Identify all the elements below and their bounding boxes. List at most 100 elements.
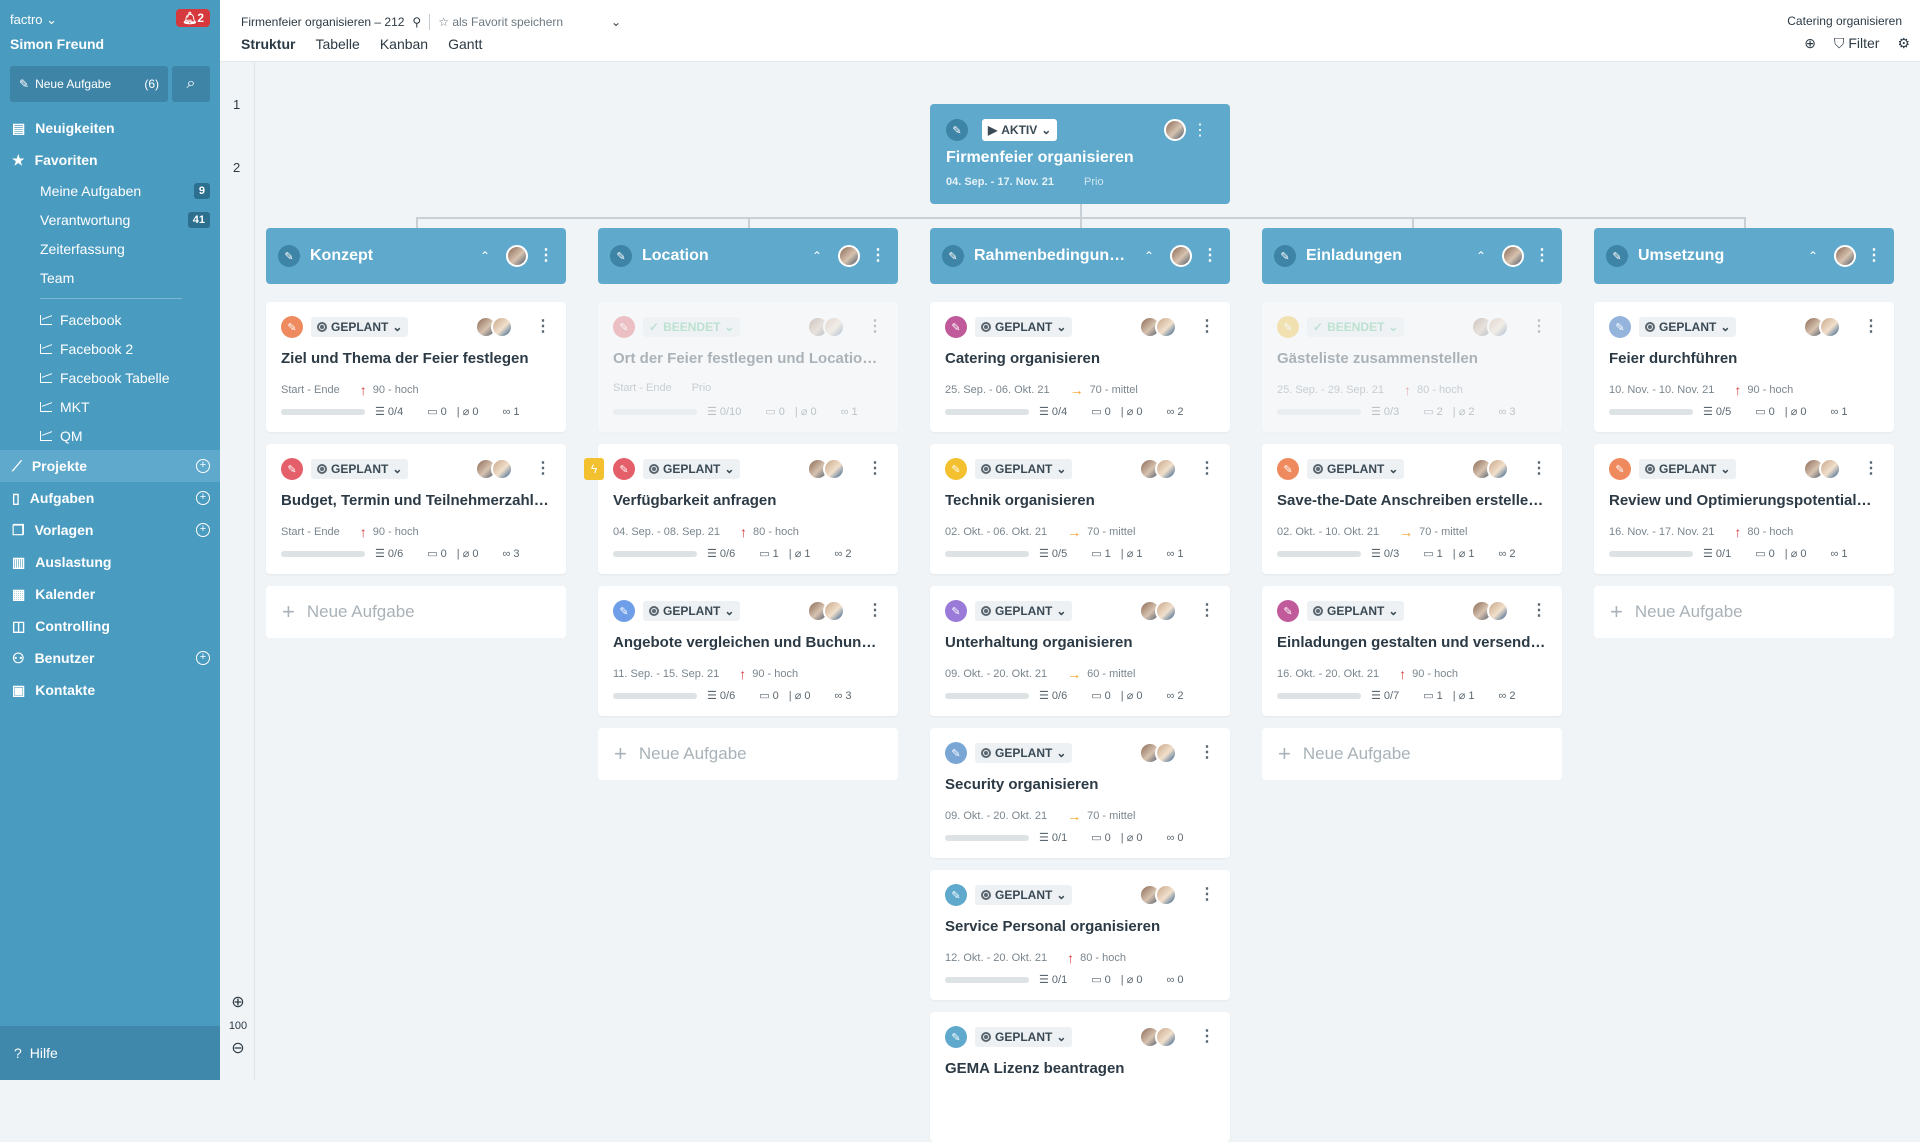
task-title[interactable]: Security organisieren <box>945 776 1215 793</box>
links-count[interactable]: ∞ 2 <box>835 548 852 560</box>
comments-count[interactable]: ▭ 0 <box>1091 831 1111 844</box>
task-title[interactable]: Feier durchführen <box>1609 350 1879 367</box>
filter-button[interactable]: ⛉ Filter <box>1834 35 1880 52</box>
comments-count[interactable]: ▭ 0 <box>427 405 447 418</box>
attachments-count[interactable]: | ⌀ 0 <box>789 689 811 702</box>
attachments-count[interactable]: | ⌀ 0 <box>1121 973 1143 986</box>
attachments-count[interactable]: | ⌀ 2 <box>1453 405 1475 418</box>
add-circle-icon[interactable]: + <box>196 491 210 505</box>
assignee-avatars[interactable] <box>1139 884 1177 906</box>
edit-icon[interactable]: ✎ <box>1606 245 1628 267</box>
edit-icon[interactable]: ✎ <box>613 316 635 338</box>
collapse-chevron-icon[interactable]: ⌃ <box>1808 249 1818 263</box>
task-title[interactable]: Gästeliste zusammenstellen <box>1277 350 1547 367</box>
priority[interactable]: ↑ 90 - hoch <box>360 524 419 540</box>
task-card[interactable]: ✎ GEPLANT ⌄ ⋮ Review und Optimierungspotenti… <box>1594 444 1894 574</box>
edit-icon[interactable]: ✎ <box>610 245 632 267</box>
attachments-count[interactable]: | ⌀ 0 <box>1121 405 1143 418</box>
help-button[interactable]: ? Hilfe <box>0 1026 220 1080</box>
assignee-avatars[interactable] <box>807 316 845 338</box>
more-menu-icon[interactable]: ⋮ <box>1192 120 1208 140</box>
checklist-count[interactable]: ☰ 0/6 <box>1039 689 1067 702</box>
edit-icon[interactable]: ✎ <box>946 119 968 141</box>
collapse-chevron-icon[interactable]: ⌃ <box>480 249 490 263</box>
task-card[interactable]: ✎ GEPLANT ⌄ ⋮ Unterhaltung organisieren 09. O… <box>930 586 1230 716</box>
nav-item-controlling[interactable]: ◫ Controlling <box>0 610 220 642</box>
settings-gear-icon[interactable]: ⚙ <box>1897 35 1910 52</box>
task-card[interactable]: ✎ GEPLANT ⌄ ⋮ Save-the-Date Anschreiben erst… <box>1262 444 1562 574</box>
edit-icon[interactable]: ✎ <box>1609 316 1631 338</box>
add-circle-icon[interactable]: ⊕ <box>1804 35 1816 52</box>
column-header[interactable]: ✎ Umsetzung ⌃ ⋮ <box>1594 228 1894 284</box>
checklist-count[interactable]: ☰ 0/6 <box>707 547 735 560</box>
new-task-button[interactable]: + Neue Aufgabe <box>598 728 898 780</box>
collapse-chevron-icon[interactable]: ⌃ <box>1144 249 1154 263</box>
checklist-count[interactable]: ☰ 0/4 <box>1039 405 1067 418</box>
links-count[interactable]: ∞ 0 <box>1167 974 1184 986</box>
task-title[interactable]: Einladungen gestalten und versenden <box>1277 634 1547 651</box>
links-count[interactable]: ∞ 2 <box>1499 690 1516 702</box>
more-menu-icon[interactable]: ⋮ <box>870 248 886 264</box>
status-dropdown[interactable]: ✓ BEENDET ⌄ <box>643 317 741 337</box>
task-title[interactable]: Angebote vergleichen und Buchung vornehm… <box>613 634 883 651</box>
status-dropdown[interactable]: GEPLANT ⌄ <box>1307 601 1405 621</box>
new-task-button[interactable]: ✎ Neue Aufgabe (6) <box>10 66 168 102</box>
assignee-avatars[interactable] <box>1803 458 1841 480</box>
links-count[interactable]: ∞ 1 <box>1831 406 1848 418</box>
nav-item-kontakte[interactable]: ▣ Kontakte <box>0 674 220 706</box>
task-card[interactable]: ✎ ✓ BEENDET ⌄ ⋮ Gästeliste zusammenstellen 25.… <box>1262 302 1562 432</box>
task-card[interactable]: ✎ GEPLANT ⌄ ⋮ Budget, Termin und Teilnehmerz… <box>266 444 566 574</box>
nav-item-kalender[interactable]: ▦ Kalender <box>0 578 220 610</box>
tab-struktur[interactable]: Struktur <box>241 36 295 52</box>
status-dropdown[interactable]: GEPLANT ⌄ <box>311 317 409 337</box>
edit-icon[interactable]: ✎ <box>942 245 964 267</box>
favorite-button[interactable]: ☆ als Favorit speichern <box>438 15 563 29</box>
more-menu-icon[interactable]: ⋮ <box>535 461 551 477</box>
nav-item-projekte[interactable]: ⟋ Projekte + <box>0 450 220 482</box>
comments-count[interactable]: ▭ 1 <box>1423 689 1443 702</box>
task-title[interactable]: Ort der Feier festlegen und Location buc… <box>613 350 883 367</box>
edit-icon[interactable]: ✎ <box>945 742 967 764</box>
assignee-avatars[interactable] <box>1170 245 1192 267</box>
task-card[interactable]: ✎ GEPLANT ⌄ ⋮ Feier durchführen 10. Nov. - 10… <box>1594 302 1894 432</box>
add-circle-icon[interactable]: + <box>196 523 210 537</box>
report-item[interactable]: Facebook Tabelle <box>0 363 220 392</box>
report-item[interactable]: MKT <box>0 392 220 421</box>
assignee-avatars[interactable] <box>475 316 513 338</box>
task-card[interactable]: ✎ GEPLANT ⌄ ⋮ Service Personal organisieren 1… <box>930 870 1230 1000</box>
assignee-avatars[interactable] <box>1471 600 1509 622</box>
priority[interactable]: ↑ 80 - hoch <box>1404 382 1463 398</box>
tab-gantt[interactable]: Gantt <box>448 36 482 52</box>
status-dropdown[interactable]: GEPLANT ⌄ <box>643 459 741 479</box>
task-card[interactable]: ✎ GEPLANT ⌄ ⋮ Technik organisieren 02. Okt. -… <box>930 444 1230 574</box>
status-dropdown[interactable]: ▶ AKTIV ⌄ <box>982 119 1058 141</box>
assignee-avatars[interactable] <box>838 245 860 267</box>
comments-count[interactable]: ▭ 0 <box>1755 547 1775 560</box>
more-menu-icon[interactable]: ⋮ <box>867 603 883 619</box>
more-menu-icon[interactable]: ⋮ <box>1199 461 1215 477</box>
status-dropdown[interactable]: GEPLANT ⌄ <box>975 601 1073 621</box>
edit-icon[interactable]: ✎ <box>613 458 635 480</box>
new-task-button[interactable]: + Neue Aufgabe <box>1594 586 1894 638</box>
checklist-count[interactable]: ☰ 0/5 <box>1703 405 1731 418</box>
app-switcher[interactable]: factro ⌄ <box>10 12 57 28</box>
new-task-button[interactable]: + Neue Aufgabe <box>1262 728 1562 780</box>
more-menu-icon[interactable]: ⋮ <box>1863 319 1879 335</box>
add-circle-icon[interactable]: + <box>196 651 210 665</box>
priority[interactable]: ↑ 80 - hoch <box>1067 950 1126 966</box>
chevron-down-icon[interactable]: ⌄ <box>611 15 621 29</box>
status-dropdown[interactable]: GEPLANT ⌄ <box>1639 459 1737 479</box>
comments-count[interactable]: ▭ 1 <box>1091 547 1111 560</box>
more-menu-icon[interactable]: ⋮ <box>1202 248 1218 264</box>
collapse-chevron-icon[interactable]: ⌃ <box>812 249 822 263</box>
more-menu-icon[interactable]: ⋮ <box>1199 319 1215 335</box>
status-dropdown[interactable]: GEPLANT ⌄ <box>975 1027 1073 1047</box>
assignee-avatars[interactable] <box>506 245 528 267</box>
links-count[interactable]: ∞ 3 <box>835 690 852 702</box>
assignee-avatars[interactable] <box>1164 119 1186 141</box>
edit-icon[interactable]: ✎ <box>613 600 635 622</box>
add-circle-icon[interactable]: + <box>196 459 210 473</box>
status-dropdown[interactable]: GEPLANT ⌄ <box>975 317 1073 337</box>
assignee-avatars[interactable] <box>1834 245 1856 267</box>
task-title[interactable]: Unterhaltung organisieren <box>945 634 1215 651</box>
